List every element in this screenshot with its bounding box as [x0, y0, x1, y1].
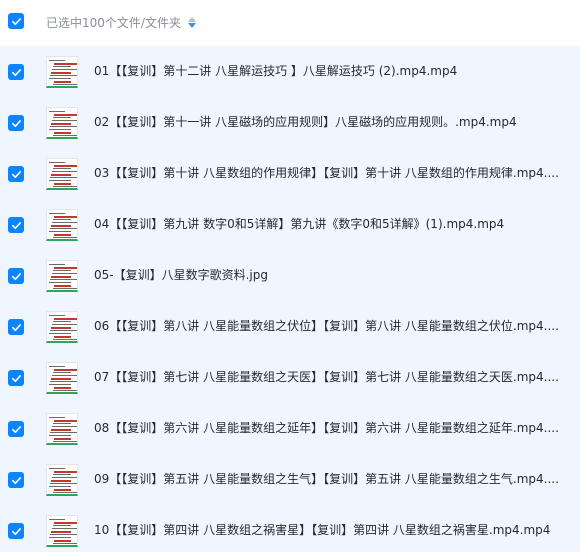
checkmark-icon — [11, 527, 21, 535]
file-checkbox[interactable] — [8, 64, 24, 80]
file-name[interactable]: 09【【复训】第五讲 八星能量数组之生气】【复训】第五讲 八星能量数组之生气.m… — [94, 472, 570, 487]
file-name[interactable]: 08【【复训】第六讲 八星能量数组之延年】【复训】第六讲 八星能量数组之延年.m… — [94, 421, 570, 436]
file-row[interactable]: 02【【复训】第十一讲 八星磁场的应用规则】八星磁场的应用规则。.mp4.mp4 — [0, 97, 580, 148]
select-all-checkbox[interactable] — [8, 13, 24, 29]
checkmark-icon — [11, 374, 21, 382]
file-name[interactable]: 02【【复训】第十一讲 八星磁场的应用规则】八星磁场的应用规则。.mp4.mp4 — [94, 115, 570, 130]
file-thumbnail — [46, 158, 78, 190]
file-checkbox[interactable] — [8, 217, 24, 233]
file-checkbox[interactable] — [8, 115, 24, 131]
file-thumbnail — [46, 464, 78, 496]
checkmark-icon — [11, 221, 21, 229]
file-name[interactable]: 07【【复训】第七讲 八星能量数组之天医】【复训】第七讲 八星能量数组之天医.m… — [94, 370, 570, 385]
checkmark-icon — [11, 17, 21, 25]
file-checkbox[interactable] — [8, 370, 24, 386]
file-row[interactable]: 10【【复训】第四讲 八星数组之祸害星】【复训】第四讲 八星数组之祸害星.mp4… — [0, 505, 580, 556]
file-thumbnail — [46, 107, 78, 139]
file-thumbnail — [46, 260, 78, 292]
selection-count-label: 已选中100个文件/文件夹 — [46, 16, 181, 30]
checkmark-icon — [11, 272, 21, 280]
file-row[interactable]: 07【【复训】第七讲 八星能量数组之天医】【复训】第七讲 八星能量数组之天医.m… — [0, 352, 580, 403]
sort-icon[interactable] — [188, 15, 196, 29]
checkmark-icon — [11, 119, 21, 127]
file-row[interactable]: 09【【复训】第五讲 八星能量数组之生气】【复训】第五讲 八星能量数组之生气.m… — [0, 454, 580, 505]
file-name[interactable]: 10【【复训】第四讲 八星数组之祸害星】【复训】第四讲 八星数组之祸害星.mp4… — [94, 523, 570, 538]
checkmark-icon — [11, 323, 21, 331]
checkmark-icon — [11, 68, 21, 76]
file-row[interactable]: 03【【复训】第十讲 八星数组的作用规律】【复训】第十讲 八星数组的作用规律.m… — [0, 148, 580, 199]
file-checkbox[interactable] — [8, 421, 24, 437]
file-thumbnail — [46, 362, 78, 394]
file-checkbox[interactable] — [8, 268, 24, 284]
file-name[interactable]: 03【【复训】第十讲 八星数组的作用规律】【复训】第十讲 八星数组的作用规律.m… — [94, 166, 570, 181]
file-name[interactable]: 01【【复训】第十二讲 八星解运技巧 】八星解运技巧 (2).mp4.mp4 — [94, 64, 570, 79]
file-name[interactable]: 06【【复训】第八讲 八星能量数组之伏位】【复训】第八讲 八星能量数组之伏位.m… — [94, 319, 570, 334]
file-thumbnail — [46, 413, 78, 445]
file-row[interactable]: 04【【复训】第九讲 数字0和5详解】第九讲《数字0和5详解》(1).mp4.m… — [0, 199, 580, 250]
file-name[interactable]: 04【【复训】第九讲 数字0和5详解】第九讲《数字0和5详解》(1).mp4.m… — [94, 217, 570, 232]
checkmark-icon — [11, 476, 21, 484]
file-thumbnail — [46, 515, 78, 547]
file-checkbox[interactable] — [8, 319, 24, 335]
file-thumbnail — [46, 56, 78, 88]
checkmark-icon — [11, 170, 21, 178]
file-row[interactable]: 08【【复训】第六讲 八星能量数组之延年】【复训】第六讲 八星能量数组之延年.m… — [0, 403, 580, 454]
file-checkbox[interactable] — [8, 472, 24, 488]
file-checkbox[interactable] — [8, 523, 24, 539]
list-header: 已选中100个文件/文件夹 — [0, 0, 580, 46]
file-row[interactable]: 05-【复训】八星数字歌资料.jpg — [0, 250, 580, 301]
file-checkbox[interactable] — [8, 166, 24, 182]
file-list: 01【【复训】第十二讲 八星解运技巧 】八星解运技巧 (2).mp4.mp4 02… — [0, 46, 580, 552]
file-name[interactable]: 05-【复训】八星数字歌资料.jpg — [94, 268, 570, 283]
file-thumbnail — [46, 209, 78, 241]
checkmark-icon — [11, 425, 21, 433]
file-row[interactable]: 01【【复训】第十二讲 八星解运技巧 】八星解运技巧 (2).mp4.mp4 — [0, 46, 580, 97]
file-thumbnail — [46, 311, 78, 343]
file-row[interactable]: 06【【复训】第八讲 八星能量数组之伏位】【复训】第八讲 八星能量数组之伏位.m… — [0, 301, 580, 352]
